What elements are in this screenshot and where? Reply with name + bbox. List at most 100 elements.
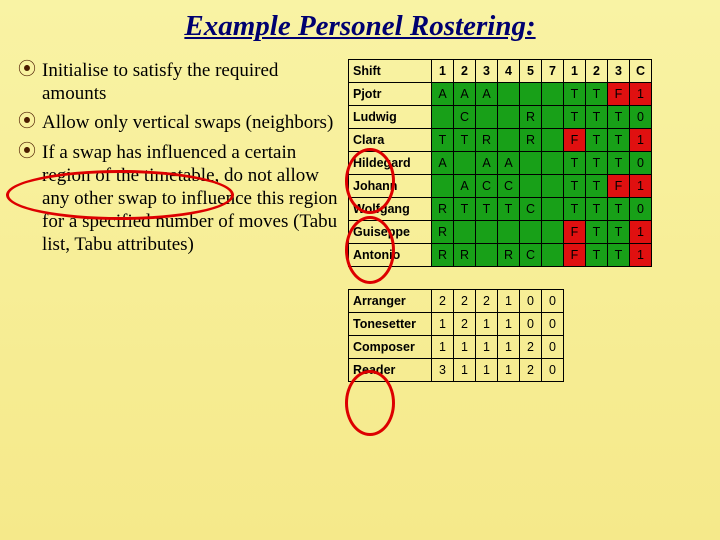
- cell: C: [498, 175, 520, 198]
- cell: [432, 106, 454, 129]
- cell: T: [586, 152, 608, 175]
- cell: T: [608, 244, 630, 267]
- row-label: Johann: [349, 175, 432, 198]
- cell: T: [564, 83, 586, 106]
- cell: [498, 106, 520, 129]
- bullet-item: If a swap has influenced a certain regio…: [18, 141, 338, 257]
- cell: 0: [542, 290, 564, 313]
- table-row: HildegardAAATTT0: [349, 152, 652, 175]
- slide: Example Personel Rostering: Initialise t…: [0, 0, 720, 540]
- cell: [476, 221, 498, 244]
- col-c2: 2: [586, 60, 608, 83]
- col-c1: 1: [564, 60, 586, 83]
- cell: T: [454, 198, 476, 221]
- cell: [520, 175, 542, 198]
- row-label: Wolfgang: [349, 198, 432, 221]
- cell: C: [454, 106, 476, 129]
- cell: [476, 244, 498, 267]
- cell: 1: [432, 336, 454, 359]
- cell: F: [564, 221, 586, 244]
- cell: [542, 221, 564, 244]
- cell: A: [454, 83, 476, 106]
- cell: [542, 244, 564, 267]
- roster-table: Shift 1 2 3 4 5 7 1 2 3 C PjotrAAATTF1Lu…: [348, 59, 652, 382]
- cell: R: [432, 198, 454, 221]
- cell: R: [476, 129, 498, 152]
- row-label: Composer: [349, 336, 432, 359]
- row-label: Antonio: [349, 244, 432, 267]
- cell: C: [520, 198, 542, 221]
- row-label: Guiseppe: [349, 221, 432, 244]
- cell: 2: [454, 290, 476, 313]
- row-label: Pjotr: [349, 83, 432, 106]
- cell: 2: [454, 313, 476, 336]
- cell: [520, 221, 542, 244]
- cell: T: [476, 198, 498, 221]
- cell: 0: [630, 106, 652, 129]
- cell: 2: [520, 359, 542, 382]
- cell: R: [520, 106, 542, 129]
- row-label: Reader: [349, 359, 432, 382]
- cell: [498, 221, 520, 244]
- col-7: 7: [542, 60, 564, 83]
- cell: A: [432, 83, 454, 106]
- cell: [498, 129, 520, 152]
- cell: [454, 152, 476, 175]
- cell: A: [432, 152, 454, 175]
- table-row: Composer111120: [349, 336, 652, 359]
- row-label: Arranger: [349, 290, 432, 313]
- table-row: GuiseppeR FTT1: [349, 221, 652, 244]
- cell: T: [586, 221, 608, 244]
- cell: T: [608, 129, 630, 152]
- bullet-list: Initialise to satisfy the required amoun…: [18, 59, 338, 256]
- cell: R: [454, 244, 476, 267]
- cell: 2: [476, 290, 498, 313]
- cell: R: [432, 221, 454, 244]
- table-row: PjotrAAATTF1: [349, 83, 652, 106]
- table-row: WolfgangRTTTCTTT0: [349, 198, 652, 221]
- cell: 3: [432, 359, 454, 382]
- cell: [432, 175, 454, 198]
- cell: F: [608, 83, 630, 106]
- cell: R: [520, 129, 542, 152]
- row-label: Clara: [349, 129, 432, 152]
- cell: 0: [542, 336, 564, 359]
- table-column: Shift 1 2 3 4 5 7 1 2 3 C PjotrAAATTF1Lu…: [348, 59, 702, 382]
- col-cc: C: [630, 60, 652, 83]
- cell: T: [564, 106, 586, 129]
- cell: 1: [498, 290, 520, 313]
- cell: R: [498, 244, 520, 267]
- cell: A: [454, 175, 476, 198]
- table-row: JohannACCTTF1: [349, 175, 652, 198]
- header-row: Shift 1 2 3 4 5 7 1 2 3 C: [349, 60, 652, 83]
- cell: 1: [630, 221, 652, 244]
- table-row: ClaraTTRRFTT1: [349, 129, 652, 152]
- cell: [542, 129, 564, 152]
- cell: F: [564, 244, 586, 267]
- cell: [476, 106, 498, 129]
- cell: C: [476, 175, 498, 198]
- cell: [520, 83, 542, 106]
- cell: 0: [520, 313, 542, 336]
- cell: F: [608, 175, 630, 198]
- cell: 0: [520, 290, 542, 313]
- cell: 1: [630, 129, 652, 152]
- cell: T: [608, 221, 630, 244]
- cell: T: [564, 152, 586, 175]
- cell: T: [586, 244, 608, 267]
- cell: T: [454, 129, 476, 152]
- col-2: 2: [454, 60, 476, 83]
- cell: 1: [454, 359, 476, 382]
- cell: T: [498, 198, 520, 221]
- cell: T: [586, 198, 608, 221]
- table-row: Arranger222100: [349, 290, 652, 313]
- cell: 1: [498, 359, 520, 382]
- table-row: Tonesetter121100: [349, 313, 652, 336]
- cell: [520, 152, 542, 175]
- cell: A: [476, 83, 498, 106]
- cell: [542, 152, 564, 175]
- bullet-item: Initialise to satisfy the required amoun…: [18, 59, 338, 105]
- cell: 2: [520, 336, 542, 359]
- cell: 0: [542, 359, 564, 382]
- slide-body: Initialise to satisfy the required amoun…: [0, 43, 720, 382]
